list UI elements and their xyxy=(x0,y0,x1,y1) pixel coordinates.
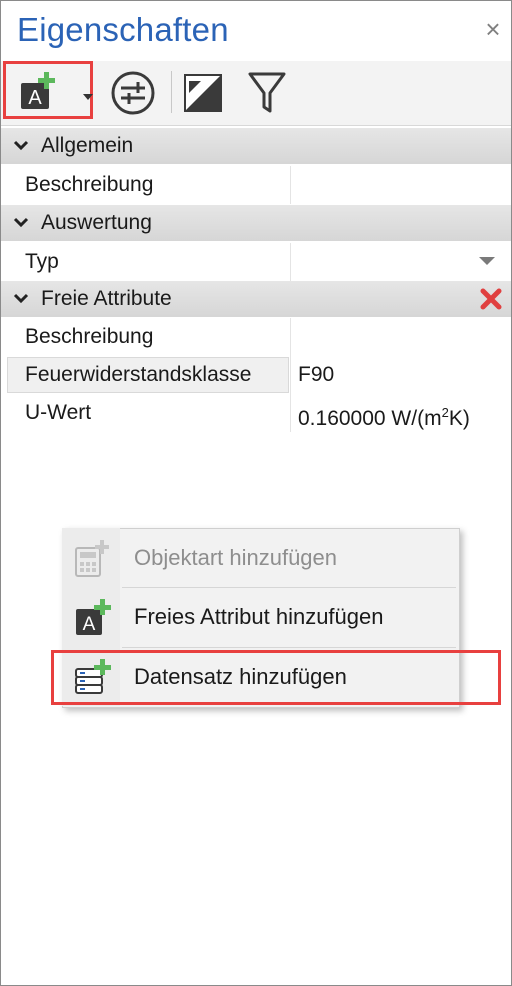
chevron-down-icon xyxy=(83,94,93,100)
property-key: Beschreibung xyxy=(25,325,154,348)
column-divider xyxy=(290,243,291,281)
highlight-frame xyxy=(51,650,501,705)
menu-item-objektart-hinzufuegen[interactable]: Objektart hinzufügen xyxy=(62,529,458,587)
column-divider xyxy=(290,318,291,356)
value-text-suffix: K) xyxy=(448,407,470,430)
section-auswertung[interactable]: Auswertung xyxy=(1,205,511,241)
sliders-icon xyxy=(111,71,155,115)
section-freie-attribute[interactable]: Freie Attribute xyxy=(1,281,511,317)
panel-title: Eigenschaften xyxy=(17,11,229,48)
calculator-add-icon xyxy=(75,540,109,577)
filter-button[interactable] xyxy=(247,71,287,115)
contrast-button[interactable] xyxy=(183,73,223,113)
menu-item-label: Freies Attribut hinzufügen xyxy=(134,604,384,629)
dropdown-arrow-icon[interactable] xyxy=(479,257,495,265)
property-key: Beschreibung xyxy=(25,173,154,196)
property-key: Feuerwiderstandsklasse xyxy=(25,363,252,386)
property-row[interactable]: U-Wert 0.160000 W/(m2K) xyxy=(1,394,511,432)
menu-item-label: Objektart hinzufügen xyxy=(134,545,338,570)
property-row[interactable]: Beschreibung xyxy=(1,166,511,204)
delete-icon[interactable] xyxy=(479,287,503,311)
menu-item-freies-attribut-hinzufuegen[interactable]: A Freies Attribut hinzufügen xyxy=(62,588,458,646)
contrast-icon xyxy=(184,74,222,112)
property-row[interactable]: Typ xyxy=(1,243,511,281)
property-value[interactable]: F90 xyxy=(298,356,334,394)
section-label: Auswertung xyxy=(41,211,152,234)
property-value[interactable]: 0.160000 W/(m2K) xyxy=(298,394,470,438)
property-key: Typ xyxy=(25,250,59,273)
section-label: Freie Attribute xyxy=(41,287,172,310)
section-label: Allgemein xyxy=(41,134,134,157)
property-key: U-Wert xyxy=(25,401,92,424)
svg-text:A: A xyxy=(28,87,42,109)
chevron-down-icon xyxy=(13,293,29,304)
toolbar-separator xyxy=(171,71,172,113)
section-allgemein[interactable]: Allgemein xyxy=(1,128,511,164)
properties-settings-button[interactable] xyxy=(109,69,157,117)
panel-titlebar: Eigenschaften × xyxy=(1,1,511,61)
chevron-down-icon xyxy=(13,217,29,228)
chevron-down-icon xyxy=(13,140,29,151)
filter-icon xyxy=(248,72,286,113)
add-attribute-dropdown-button[interactable]: A xyxy=(3,61,93,119)
column-divider xyxy=(290,356,291,394)
close-icon[interactable]: × xyxy=(481,15,505,43)
add-attribute-icon: A xyxy=(21,72,55,109)
svg-text:A: A xyxy=(83,614,96,635)
properties-panel: Eigenschaften × A Allgemein Beschreibung… xyxy=(0,0,512,986)
property-row[interactable]: Beschreibung xyxy=(1,318,511,356)
toolbar: A xyxy=(1,61,511,126)
column-divider xyxy=(290,166,291,204)
value-text: 0.160000 W/(m xyxy=(298,407,442,430)
add-attribute-icon: A xyxy=(76,599,111,635)
column-divider xyxy=(290,394,291,432)
property-row-selected[interactable]: Feuerwiderstandsklasse F90 xyxy=(1,356,511,394)
value-superscript: 2 xyxy=(441,405,449,420)
